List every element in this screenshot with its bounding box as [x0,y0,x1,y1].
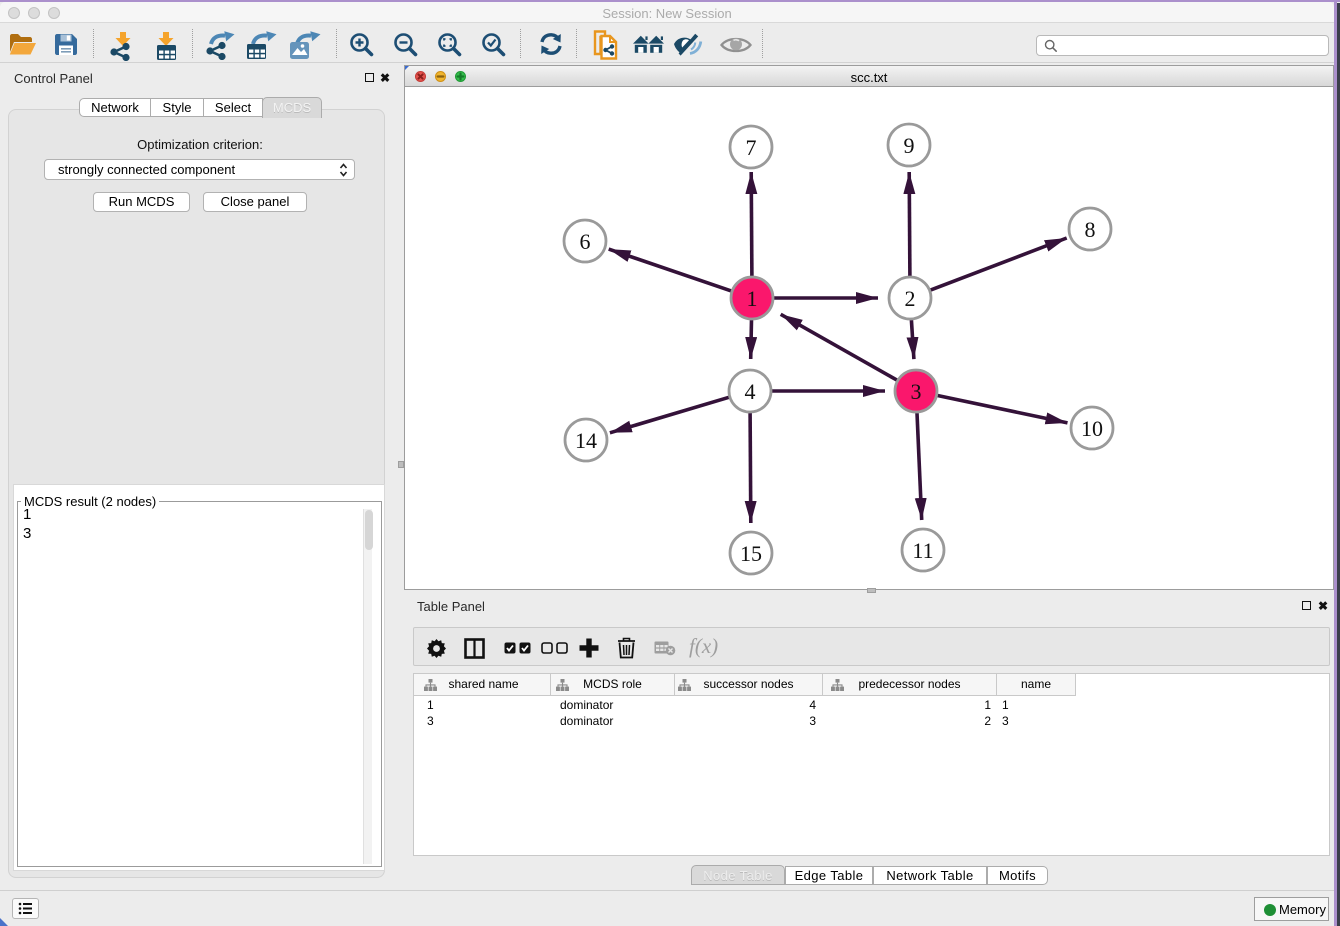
svg-text:8: 8 [1085,217,1096,242]
svg-text:7: 7 [746,135,757,160]
svg-text:6: 6 [580,229,591,254]
svg-text:1: 1 [747,286,758,311]
svg-text:15: 15 [740,541,762,566]
svg-text:4: 4 [745,379,756,404]
svg-text:10: 10 [1081,416,1103,441]
svg-text:9: 9 [904,133,915,158]
svg-text:11: 11 [912,538,933,563]
svg-text:2: 2 [905,286,916,311]
svg-text:14: 14 [575,428,597,453]
svg-text:3: 3 [911,379,922,404]
